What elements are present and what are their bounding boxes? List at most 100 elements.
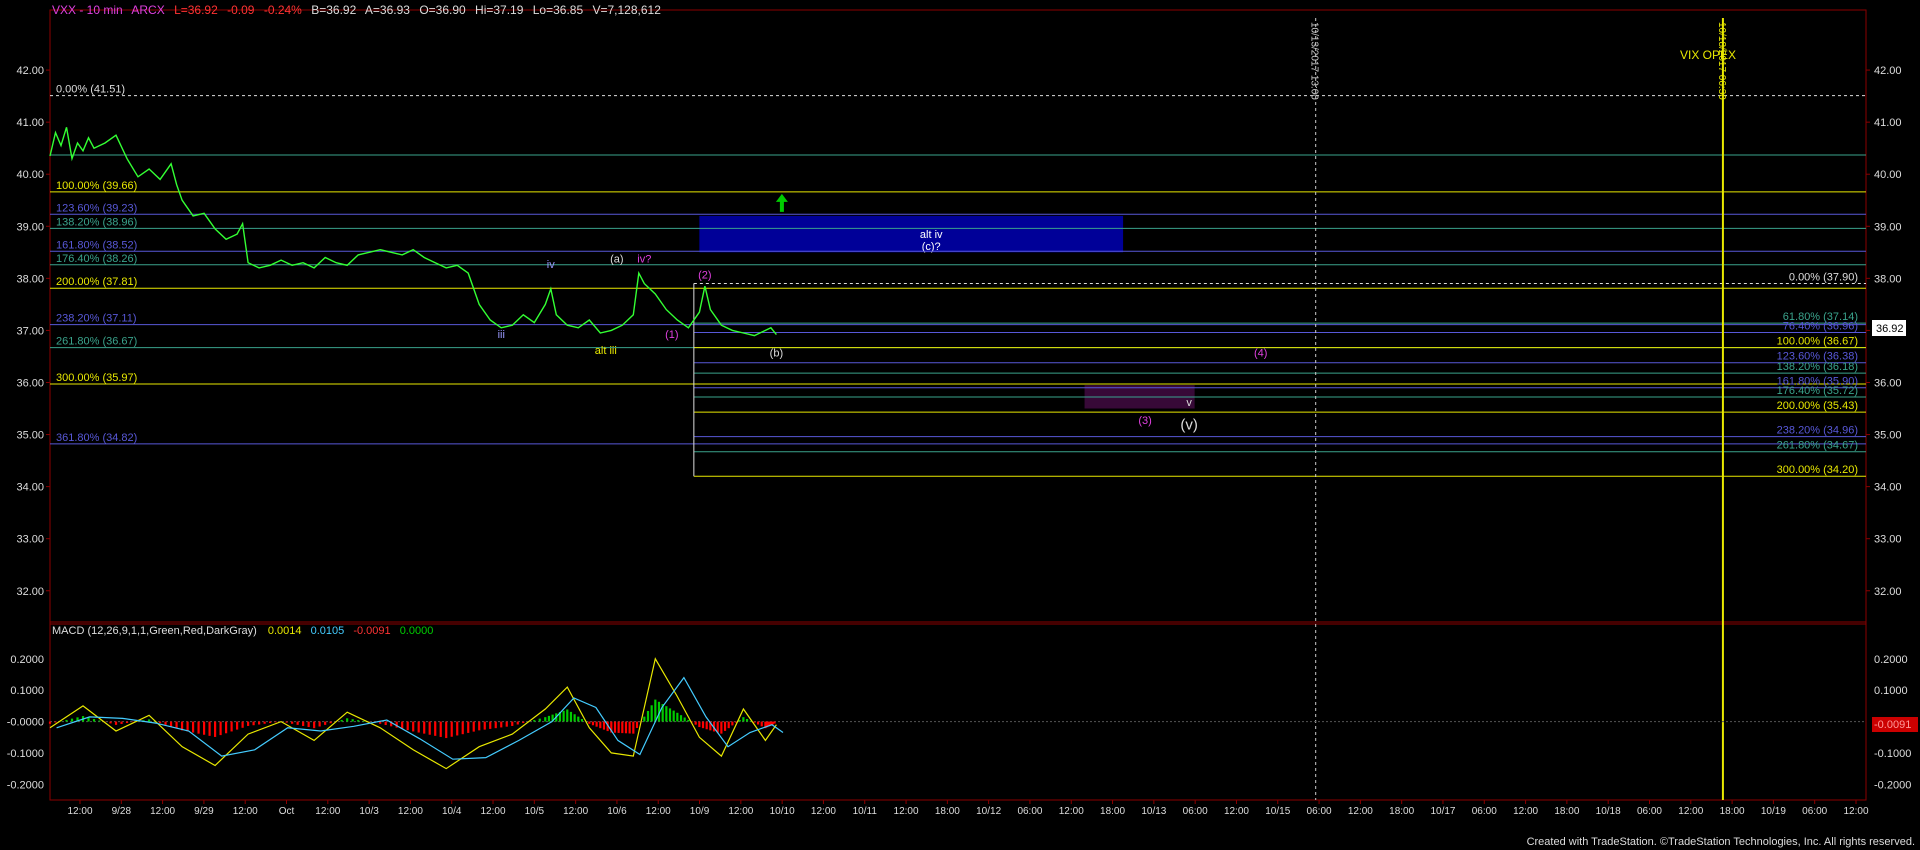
fib-label-left: 161.80% (38.52)	[56, 239, 137, 251]
current-price-label: 36.92	[1876, 323, 1904, 335]
change: -0.09	[227, 3, 255, 17]
price-tick-label-left: 42.00	[16, 65, 44, 77]
wave-label: iv?	[637, 254, 651, 266]
vertical-marker-label: 10/13/2017 13:00	[1309, 22, 1320, 100]
x-tick-label: 12:00	[315, 806, 340, 817]
x-tick-label: 12:00	[150, 806, 175, 817]
price-tick-label-left: 33.00	[16, 534, 44, 546]
price-tick-label-left: 38.00	[16, 273, 44, 285]
wave-label: iv	[547, 259, 555, 271]
fib-label-right: 138.20% (36.18)	[1777, 361, 1858, 373]
wave-label: (a)	[610, 254, 623, 266]
x-tick-label: Oct	[279, 806, 295, 817]
macd-tick-label-right: 0.1000	[1874, 685, 1908, 697]
wave-label: (3)	[1138, 415, 1151, 427]
price-tick-label-left: 34.00	[16, 482, 44, 494]
x-tick-label: 12:00	[646, 806, 671, 817]
x-tick-label: 06:00	[1307, 806, 1332, 817]
price-tick-label-left: 37.00	[16, 325, 44, 337]
macd-tick-label-left: -0.1000	[7, 748, 44, 760]
macd-value-4: 0.0000	[400, 625, 434, 637]
price-tick-label-left: 32.00	[16, 586, 44, 598]
symbol: VXX - 10 min	[52, 3, 123, 17]
macd-value-3: -0.0091	[353, 625, 390, 637]
zones-layer: alt iv(c)?	[699, 193, 1195, 409]
zone-label: alt iv	[920, 229, 943, 241]
wave-label: alt iii	[595, 345, 617, 357]
fib-label-right: 0.00% (37.90)	[1789, 272, 1858, 284]
fib-label-right: 200.00% (35.43)	[1777, 400, 1858, 412]
x-tick-label: 12:00	[894, 806, 919, 817]
wave-label: (1)	[665, 329, 678, 341]
price-tick-label-left: 41.00	[16, 117, 44, 129]
macd-value-2: 0.0105	[311, 625, 345, 637]
wave-label: (b)	[770, 347, 783, 359]
fib-label-right: 261.80% (34.67)	[1777, 440, 1858, 452]
x-tick-label: 12:00	[1513, 806, 1538, 817]
x-tick-label: 10/4	[442, 806, 462, 817]
price-tick-label-left: 40.00	[16, 169, 44, 181]
macd-tick-label-left: 0.2000	[10, 654, 44, 666]
x-tick-label: 06:00	[1017, 806, 1042, 817]
x-tick-label: 06:00	[1637, 806, 1662, 817]
x-tick-label: 10/9	[690, 806, 710, 817]
up-arrow-icon	[775, 193, 788, 212]
x-tick-label: 10/13	[1141, 806, 1166, 817]
x-tick-label: 18:00	[935, 806, 960, 817]
macd-tick-label-left: -0.2000	[7, 779, 44, 791]
x-tick-label: 12:00	[811, 806, 836, 817]
fib-label-right: 176.40% (35.72)	[1777, 385, 1858, 397]
fib-label-right: 238.20% (34.96)	[1777, 425, 1858, 437]
x-tick-label: 12:00	[481, 806, 506, 817]
x-tick-label: 10/3	[359, 806, 379, 817]
price-tick-label-right: 33.00	[1874, 534, 1902, 546]
x-tick-label: 12:00	[233, 806, 258, 817]
wave-label: (4)	[1254, 347, 1267, 359]
chart-svg: alt iv(c)? 0.00% (41.51) 100.00% (39.66) 1…	[7, 3, 1918, 848]
x-tick-label: 10/18	[1596, 806, 1621, 817]
x-tick-label: 12:00	[1348, 806, 1373, 817]
fib-label-left: 200.00% (37.81)	[56, 276, 137, 288]
x-tick-label: 10/19	[1761, 806, 1786, 817]
x-tick-label: 10/12	[976, 806, 1001, 817]
alt-iv-zone	[699, 215, 1124, 253]
price-panel-border	[49, 9, 1867, 623]
ask: A=36.93	[365, 3, 410, 17]
x-tick-label: 18:00	[1554, 806, 1579, 817]
open: O=36.90	[419, 3, 466, 17]
macd-title: MACD (12,26,9,1,1,Green,Red,DarkGray)	[52, 625, 257, 637]
fib-label-right: 76.40% (36.96)	[1783, 320, 1858, 332]
macd-tick-label-left: -0.0000	[7, 717, 44, 729]
macd-layer	[48, 657, 1866, 770]
x-tick-label: 10/6	[607, 806, 627, 817]
x-tick-label: 10/15	[1265, 806, 1290, 817]
last-price: L=36.92	[174, 3, 218, 17]
high: Hi=37.19	[475, 3, 524, 17]
price-series-line	[49, 127, 777, 337]
price-tick-label-right: 42.00	[1874, 65, 1902, 77]
fib-label-left: 361.80% (34.82)	[56, 432, 137, 444]
footer-credit: Created with TradeStation. ©TradeStation…	[1527, 836, 1915, 848]
price-tick-label-right: 32.00	[1874, 586, 1902, 598]
x-tick-label: 10/10	[770, 806, 795, 817]
vix-opex-annotation: VIX OPEX	[1680, 48, 1736, 62]
fib-layer: 0.00% (41.51) 100.00% (39.66) 123.60% (39.…	[50, 84, 1866, 477]
macd-tick-label-left: 0.1000	[10, 685, 44, 697]
price-tick-label-right: 34.00	[1874, 482, 1902, 494]
price-tick-label-left: 39.00	[16, 221, 44, 233]
x-tick-label: 10/11	[853, 806, 878, 817]
low: Lo=36.85	[533, 3, 584, 17]
price-tick-label-right: 35.00	[1874, 430, 1902, 442]
x-tick-label: 10/17	[1430, 806, 1455, 817]
fib-label-right: 300.00% (34.20)	[1777, 464, 1858, 476]
price-tick-label-right: 39.00	[1874, 221, 1902, 233]
x-tick-label: 12:00	[728, 806, 753, 817]
wave-label: (v)	[1180, 416, 1198, 433]
macd-header: MACD (12,26,9,1,1,Green,Red,DarkGray) 0.…	[52, 625, 433, 637]
current-macd-tag: -0.0091	[1872, 717, 1918, 732]
x-tick-label: 12:00	[1678, 806, 1703, 817]
fib-label-left: 123.60% (39.23)	[56, 202, 137, 214]
current-macd-label: -0.0091	[1874, 719, 1911, 731]
wave-label: (2)	[698, 269, 711, 281]
current-price-tag: 36.92	[1872, 320, 1906, 336]
